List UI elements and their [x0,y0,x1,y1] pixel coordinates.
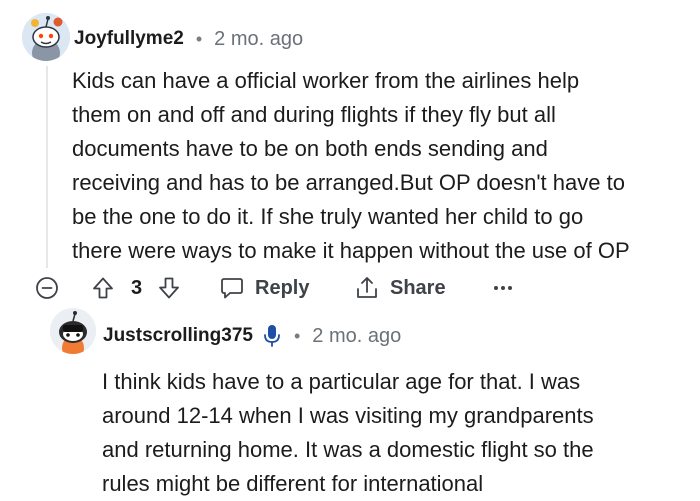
comment-line: be the one to do it. If she truly wanted… [72,204,584,229]
more-icon [494,286,512,290]
comment-line: there were ways to make it happen withou… [72,238,630,263]
microphone-icon [262,323,282,349]
comment-line: around 12-14 when I was visiting my gran… [102,403,594,428]
upvote-button[interactable] [89,270,117,306]
thread-line [46,66,48,268]
share-icon [357,277,377,298]
arrow-up-icon [93,277,113,299]
collapse-button[interactable] [32,270,62,306]
comment-line: them on and off and during flights if th… [72,102,556,127]
comment-header: Justscrolling375 • 2 mo. ago [103,321,401,351]
timestamp[interactable]: 2 mo. ago [214,28,303,51]
snoo-avatar-icon [50,308,96,354]
comment-line: documents have to be on both ends sendin… [72,136,548,161]
speech-bubble-icon [221,278,243,299]
share-label: Share [390,276,446,299]
avatar[interactable] [50,308,96,354]
comment-action-bar: 3 Reply Share [32,270,532,306]
vote-score: 3 [131,276,143,299]
reply-button[interactable]: Reply [219,270,309,306]
comment-line: receiving and has to be arranged.But OP … [72,170,625,195]
username[interactable]: Justscrolling375 [103,325,253,347]
more-options-button[interactable] [490,270,516,306]
separator-dot: • [293,325,301,346]
separator-dot: • [195,28,203,49]
comment-body: Kids can have a official worker from the… [72,64,692,268]
comment-line: and returning home. It was a domestic fl… [102,437,594,462]
arrow-down-icon [159,277,179,299]
comment-body: I think kids have to a particular age fo… [102,365,692,501]
comment-line: I think kids have to a particular age fo… [102,369,581,394]
minus-circle-icon [36,277,58,299]
timestamp[interactable]: 2 mo. ago [312,325,401,348]
snoo-avatar-icon [22,13,70,61]
comment-line: Kids can have a official worker from the… [72,68,580,93]
avatar[interactable] [22,13,70,61]
comment-header: Joyfullyme2 • 2 mo. ago [74,24,303,54]
reply-label: Reply [255,276,310,299]
downvote-button[interactable] [155,270,183,306]
username[interactable]: Joyfullyme2 [74,28,184,50]
share-button[interactable]: Share [354,270,446,306]
